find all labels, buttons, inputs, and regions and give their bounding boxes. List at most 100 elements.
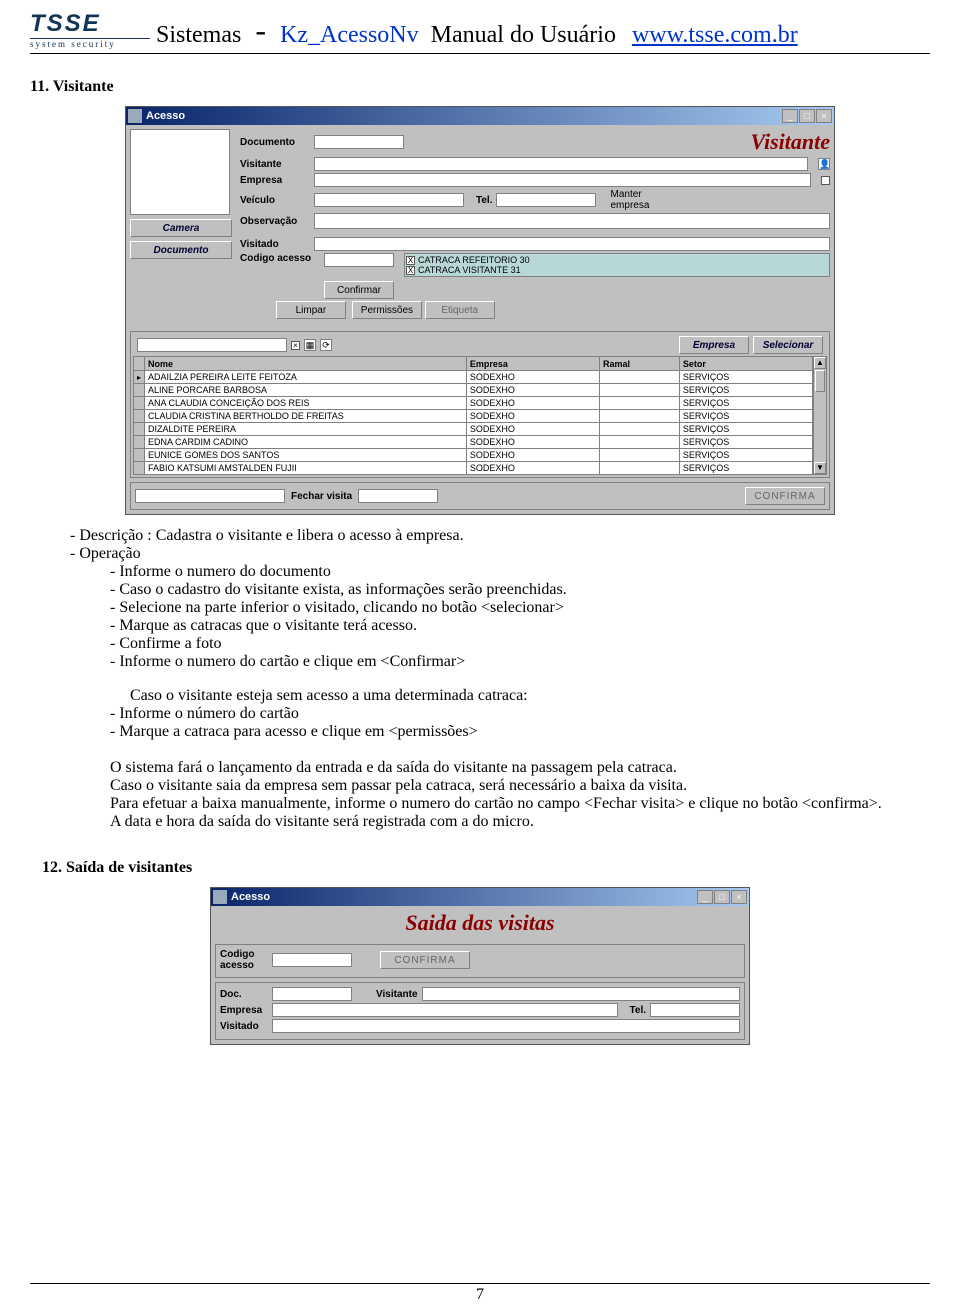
visitados-grid[interactable]: Nome Empresa Ramal Setor ADAILZIA PEREIR…	[133, 356, 813, 475]
catraca-check-1[interactable]: X	[406, 266, 415, 275]
visitor-photo	[130, 129, 230, 215]
table-row[interactable]: ADAILZIA PEREIRA LEITE FEITOZASODEXHOSER…	[134, 371, 813, 384]
manter-empresa-checkbox[interactable]	[821, 176, 830, 185]
row-header[interactable]	[134, 449, 145, 462]
cell-nome: ANA CLAUDIA CONCEIÇÃO DOS REIS	[145, 397, 467, 410]
para-2: O sistema fará o lançamento da entrada e…	[110, 759, 890, 777]
codigo-acesso-input[interactable]	[324, 253, 394, 267]
col-setor[interactable]: Setor	[679, 357, 812, 371]
line-case-1: - Informe o número do cartão	[70, 705, 890, 723]
fechar-visita-input[interactable]	[358, 489, 438, 503]
cell-ramal	[599, 436, 679, 449]
section-12-title: 12. Saída de visitantes	[42, 859, 930, 877]
titlebar-2[interactable]: Acesso _ □ ×	[211, 888, 749, 906]
tel-display	[650, 1003, 740, 1017]
fechar-visita-label: Fechar visita	[291, 491, 352, 502]
col-nome[interactable]: Nome	[145, 357, 467, 371]
close-button-2[interactable]: ×	[731, 890, 747, 904]
row-header[interactable]	[134, 371, 145, 384]
minimize-button-2[interactable]: _	[697, 890, 713, 904]
tel-input[interactable]	[496, 193, 596, 207]
cell-nome: DIZALDITE PEREIRA	[145, 423, 467, 436]
selecionar-button[interactable]: Selecionar	[753, 336, 823, 354]
footer-input[interactable]	[135, 489, 285, 503]
line-op-5: - Confirme a foto	[70, 635, 890, 653]
visitado-input[interactable]	[314, 237, 830, 251]
visitante-input[interactable]	[314, 157, 808, 171]
grid-icon[interactable]: ▦	[304, 339, 316, 351]
scroll-down-icon[interactable]: ▼	[814, 462, 826, 474]
catraca-check-0[interactable]: X	[406, 256, 415, 265]
table-row[interactable]: ANA CLAUDIA CONCEIÇÃO DOS REISSODEXHOSER…	[134, 397, 813, 410]
cell-setor: SERVIÇOS	[679, 423, 812, 436]
saida-visitas-window: Acesso _ □ × Saida das visitas Codigo ac…	[210, 887, 750, 1045]
close-button[interactable]: ×	[816, 109, 832, 123]
empresa-button[interactable]: Empresa	[679, 336, 749, 354]
empresa-input[interactable]	[314, 173, 811, 187]
maximize-button-2[interactable]: □	[714, 890, 730, 904]
filter-checkbox[interactable]: ×	[291, 341, 300, 350]
camera-button[interactable]: Camera	[130, 219, 232, 237]
permissoes-button[interactable]: Permissões	[352, 301, 422, 319]
row-header[interactable]	[134, 436, 145, 449]
col-ramal[interactable]: Ramal	[599, 357, 679, 371]
cell-nome: ALINE PORCARE BARBOSA	[145, 384, 467, 397]
manter-empresa-label: Manter empresa	[610, 189, 660, 211]
cell-ramal	[599, 397, 679, 410]
col-empresa[interactable]: Empresa	[466, 357, 599, 371]
minimize-button[interactable]: _	[782, 109, 798, 123]
section-11-title: 11. Visitante	[30, 78, 930, 96]
line-op-2: - Caso o cadastro do visitante exista, a…	[70, 581, 890, 599]
doc-input[interactable]	[272, 987, 352, 1001]
catracas-listbox[interactable]: XCATRACA REFEITORIO 30 XCATRACA VISITANT…	[404, 253, 830, 277]
row-header[interactable]	[134, 423, 145, 436]
confirma-button-2[interactable]: CONFIRMA	[380, 951, 470, 969]
row-header[interactable]	[134, 397, 145, 410]
refresh-icon[interactable]: ⟳	[320, 339, 332, 351]
visitante-banner: Visitante	[751, 129, 830, 155]
grid-rowhead-corner	[134, 357, 145, 371]
cell-ramal	[599, 462, 679, 475]
line-op-1: - Informe o numero do documento	[70, 563, 890, 581]
confirmar-button[interactable]: Confirmar	[324, 281, 394, 299]
observacao-input[interactable]	[314, 213, 830, 229]
table-row[interactable]: EDNA CARDIM CADINOSODEXHOSERVIÇOS	[134, 436, 813, 449]
cell-ramal	[599, 384, 679, 397]
table-row[interactable]: DIZALDITE PEREIRASODEXHOSERVIÇOS	[134, 423, 813, 436]
visitante-photo-thumb: 👤	[818, 158, 830, 170]
confirma-footer-button[interactable]: CONFIRMA	[745, 487, 825, 505]
filter-input[interactable]	[137, 338, 287, 352]
codigo-acesso-input-2[interactable]	[272, 953, 352, 967]
cell-empresa: SODEXHO	[466, 384, 599, 397]
scroll-thumb[interactable]	[815, 370, 825, 392]
footer-separator	[30, 1283, 930, 1284]
table-row[interactable]: EUNICE GOMES DOS SANTOSSODEXHOSERVIÇOS	[134, 449, 813, 462]
cell-empresa: SODEXHO	[466, 436, 599, 449]
table-row[interactable]: ALINE PORCARE BARBOSASODEXHO SERVIÇOS	[134, 384, 813, 397]
titlebar[interactable]: Acesso _ □ ×	[126, 107, 834, 125]
documento-input[interactable]	[314, 135, 404, 149]
cell-setor: SERVIÇOS	[679, 384, 812, 397]
row-header[interactable]	[134, 410, 145, 423]
cell-empresa: SODEXHO	[466, 410, 599, 423]
etiqueta-button[interactable]: Etiqueta	[425, 301, 495, 319]
line-op-6: - Informe o numero do cartão e clique em…	[70, 653, 890, 671]
veiculo-input[interactable]	[314, 193, 464, 207]
documento-button[interactable]: Documento	[130, 241, 232, 259]
line-op-4: - Marque as catracas que o visitante ter…	[70, 617, 890, 635]
acesso-visitante-window: Acesso _ □ × Camera Documento Documento …	[125, 106, 835, 515]
observacao-label: Observação	[240, 216, 310, 227]
codigo-acesso-label-2: Codigo acesso	[220, 949, 268, 971]
scroll-up-icon[interactable]: ▲	[814, 357, 826, 369]
header-link[interactable]: www.tsse.com.br	[632, 22, 798, 49]
maximize-button[interactable]: □	[799, 109, 815, 123]
cell-empresa: SODEXHO	[466, 449, 599, 462]
page-number: 7	[476, 1286, 484, 1304]
row-header[interactable]	[134, 384, 145, 397]
table-row[interactable]: FABIO KATSUMI AMSTALDEN FUJIISODEXHOSERV…	[134, 462, 813, 475]
table-row[interactable]: CLAUDIA CRISTINA BERTHOLDO DE FREITASSOD…	[134, 410, 813, 423]
grid-scrollbar[interactable]: ▲ ▼	[813, 356, 827, 475]
limpar-button[interactable]: Limpar	[276, 301, 346, 319]
row-header[interactable]	[134, 462, 145, 475]
line-case-2: - Marque a catraca para acesso e clique …	[70, 723, 890, 741]
